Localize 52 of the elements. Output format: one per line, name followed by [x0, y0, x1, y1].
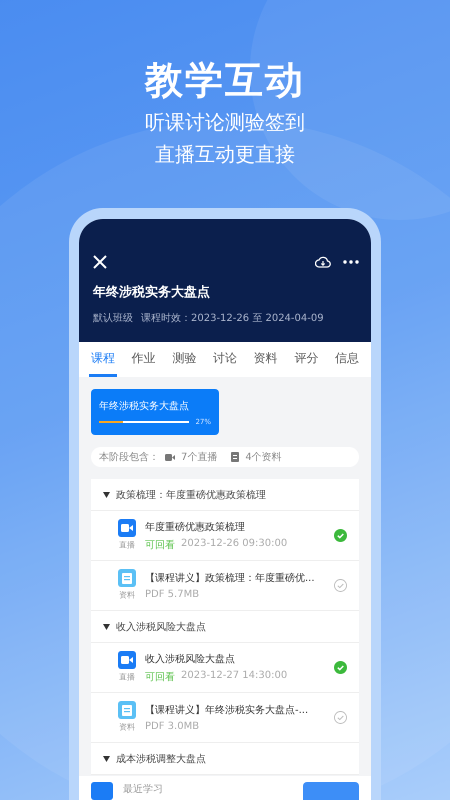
- replay-status: 可回看: [145, 670, 175, 684]
- hero-title: 教学互动: [145, 57, 305, 104]
- close-icon[interactable]: [93, 255, 107, 269]
- tab[interactable]: 作业: [130, 342, 158, 377]
- section-header[interactable]: 成本涉税调整大盘点: [91, 743, 359, 775]
- document-icon: [118, 701, 136, 719]
- section-header[interactable]: 政策梳理：年度重磅优惠政策梳理: [91, 479, 359, 511]
- tab[interactable]: 评分: [292, 342, 320, 377]
- recent-label: 最近学习: [123, 782, 163, 796]
- lesson-title: 收入涉税风险大盘点: [145, 652, 236, 666]
- course-validity: 课程时效：2023-12-26 至 2024-04-09: [141, 312, 324, 325]
- more-icon[interactable]: [343, 260, 359, 264]
- document-icon: [118, 569, 136, 587]
- type-label: 直播: [119, 672, 135, 683]
- cloud-download-icon[interactable]: [315, 256, 331, 268]
- section-title: 政策梳理：年度重磅优惠政策梳理: [116, 488, 266, 502]
- video-icon: [118, 519, 136, 537]
- stage-info-label: 本阶段包含：: [99, 450, 159, 464]
- lesson-row[interactable]: 资料 【课程讲义】政策梳理：年度重磅优... PDF 5.7MB: [91, 561, 359, 611]
- tab[interactable]: 测验: [170, 342, 198, 377]
- live-count: 7个直播: [181, 450, 218, 464]
- document-count: 4个资料: [245, 450, 282, 464]
- lesson-meta: PDF 5.7MB: [145, 589, 200, 600]
- video-icon: [165, 454, 175, 460]
- tab[interactable]: 课程: [89, 342, 117, 377]
- course-title: 年终涉税实务大盘点: [93, 284, 211, 301]
- lesson-row[interactable]: 直播 收入涉税风险大盘点 可回看 2023-12-27 14:30:00: [91, 643, 359, 693]
- tab[interactable]: 讨论: [210, 342, 239, 377]
- type-label: 资料: [119, 722, 135, 733]
- lesson-row[interactable]: 直播 年度重磅优惠政策梳理 可回看 2023-12-26 09:30:00: [91, 511, 359, 561]
- lesson-title: 【课程讲义】政策梳理：年度重磅优...: [145, 572, 316, 585]
- lesson-title: 【课程讲义】年终涉税实务大盘点-...: [145, 704, 310, 717]
- hero-subtitle: 直播互动更直接: [155, 141, 295, 168]
- lesson-meta: 2023-12-26 09:30:00: [181, 538, 288, 550]
- lesson-row[interactable]: 资料 【课程讲义】年终涉税实务大盘点-... PDF 3.0MB: [91, 693, 359, 743]
- recent-icon: [91, 782, 113, 800]
- tab[interactable]: 资料: [252, 342, 280, 377]
- lesson-meta: PDF 3.0MB: [145, 721, 200, 732]
- section-title: 收入涉税风险大盘点: [116, 620, 206, 634]
- type-label: 直播: [119, 540, 135, 551]
- section-header[interactable]: 收入涉税风险大盘点: [91, 611, 359, 643]
- hero-subtitle: 听课讨论测验签到: [145, 109, 305, 136]
- class-name: 默认班级: [93, 312, 133, 325]
- tab[interactable]: 信息: [332, 342, 361, 377]
- lesson-title: 年度重磅优惠政策梳理: [145, 520, 246, 534]
- document-icon: [231, 452, 240, 462]
- video-icon: [118, 651, 136, 669]
- section-title: 成本涉税调整大盘点: [116, 752, 206, 766]
- stage-title: 年终涉税实务大盘点: [99, 400, 190, 413]
- lesson-meta: 2023-12-27 14:30:00: [181, 670, 288, 682]
- type-label: 资料: [119, 590, 135, 601]
- replay-status: 可回看: [145, 538, 175, 552]
